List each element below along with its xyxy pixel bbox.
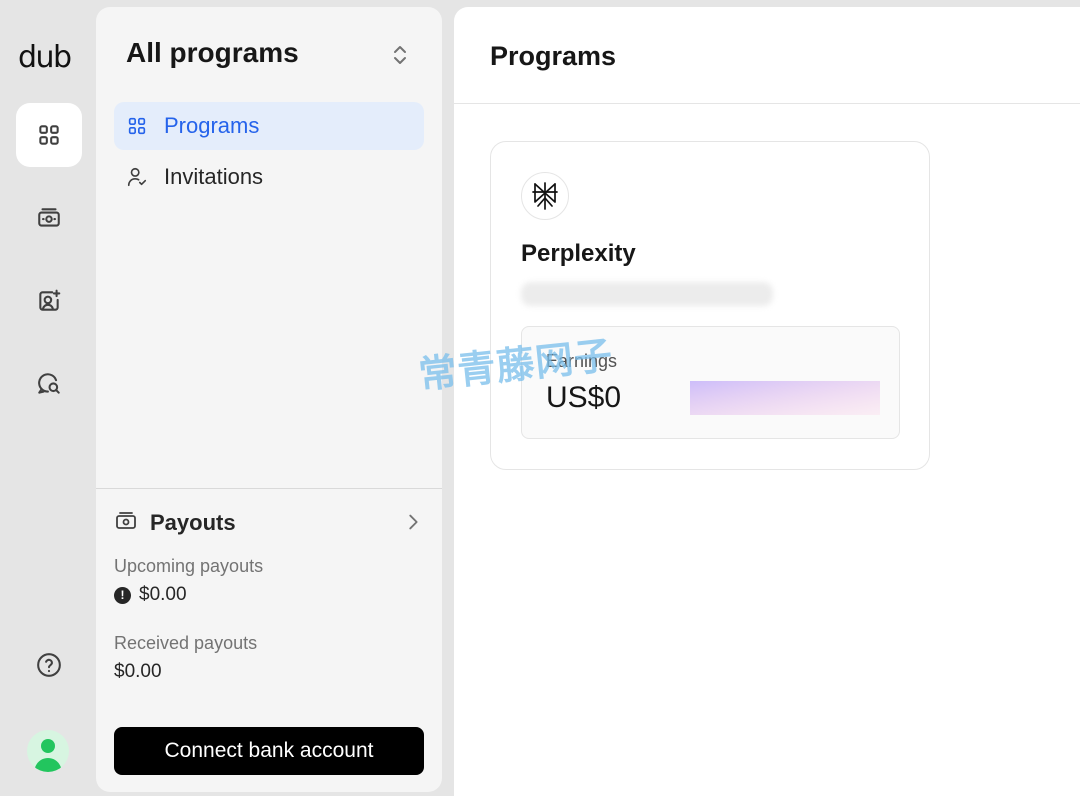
cash-icon [114, 509, 138, 538]
earnings-sparkline [690, 379, 880, 415]
avatar-icon [34, 739, 62, 772]
page-header: Programs [454, 7, 1080, 104]
blurred-link [521, 282, 773, 306]
grid-icon [39, 125, 59, 145]
panel-title: All programs [126, 37, 299, 68]
earnings-value: US$0 [546, 381, 622, 414]
sidebar-item-label: Programs [164, 113, 260, 138]
program-switcher[interactable] [390, 43, 410, 67]
payouts-link[interactable]: Payouts [114, 507, 424, 539]
app: dub All programs Programs Invitations Pa… [0, 0, 1080, 796]
rail-messages-button[interactable] [16, 352, 82, 416]
upcoming-amount: $0.00 [139, 584, 187, 605]
program-card[interactable]: Perplexity Earnings US$0 [490, 141, 930, 470]
rail-payouts-button[interactable] [16, 186, 82, 250]
received-payouts-label: Received payouts [114, 633, 258, 653]
program-name: Perplexity [521, 240, 636, 267]
message-search-icon [38, 373, 60, 394]
perplexity-logo-icon [521, 172, 569, 220]
payouts-title: Payouts [150, 510, 236, 535]
icon-rail: dub [0, 0, 96, 796]
received-payouts-value: $0.00 [114, 661, 162, 683]
received-amount: $0.00 [114, 661, 162, 682]
main-content: Programs Perplexity Earnings US$0 [454, 7, 1080, 796]
cash-icon [38, 208, 60, 227]
programs-sidebar: All programs Programs Invitations Payout… [96, 7, 442, 792]
earnings-box: Earnings US$0 [521, 326, 900, 439]
upcoming-payouts-label: Upcoming payouts [114, 556, 264, 576]
help-button[interactable] [16, 633, 82, 697]
page-title: Programs [490, 41, 617, 71]
alert-icon: ! [114, 586, 131, 604]
sidebar-item-programs[interactable]: Programs [114, 102, 424, 150]
divider [96, 488, 442, 489]
sidebar-item-label: Invitations [164, 164, 264, 189]
upcoming-payouts-value: ! $0.00 [114, 584, 187, 606]
sidebar-item-invitations[interactable]: Invitations [114, 153, 424, 201]
chevrons-up-down-icon [394, 46, 406, 64]
help-circle-icon [37, 653, 61, 677]
user-check-icon [126, 166, 148, 188]
dub-logo[interactable]: dub [18, 38, 80, 78]
earnings-label: Earnings [546, 351, 618, 371]
connect-bank-account-button[interactable]: Connect bank account [114, 727, 424, 775]
chevron-right-icon [402, 511, 424, 538]
grid-icon [126, 115, 148, 137]
user-avatar[interactable] [27, 730, 69, 772]
user-plus-icon [39, 289, 61, 311]
rail-programs-button[interactable] [16, 103, 82, 167]
rail-profile-button[interactable] [16, 269, 82, 333]
